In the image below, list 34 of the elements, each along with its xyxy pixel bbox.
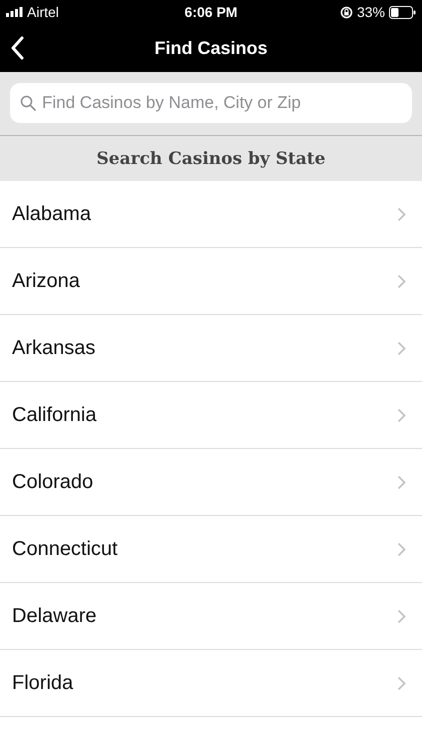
chevron-right-icon: [397, 274, 406, 288]
state-name: California: [12, 404, 96, 426]
state-list-item[interactable]: California: [0, 382, 422, 449]
state-name: Arkansas: [12, 336, 96, 360]
section-header: Search Casinos by State: [0, 136, 422, 181]
battery-percent: 33%: [356, 4, 385, 20]
state-list-item[interactable]: Alabama: [0, 181, 422, 248]
state-name: Alabama: [12, 202, 91, 226]
state-list-item[interactable]: Florida: [0, 650, 422, 717]
carrier-name: Airtel: [27, 4, 59, 20]
battery-icon: [389, 6, 416, 18]
chevron-right-icon: [397, 542, 406, 556]
chevron-right-icon: [397, 206, 406, 222]
back-chevron-icon: [10, 36, 24, 60]
signal-icon: [6, 7, 23, 17]
state-list-item[interactable]: Delaware: [0, 583, 422, 650]
state-list-item[interactable]: Connecticut: [0, 516, 422, 583]
state-name: Connecticut: [12, 538, 118, 560]
state-name: Florida: [12, 672, 74, 694]
rotation-lock-icon: [340, 6, 353, 18]
state-name: Delaware: [12, 604, 96, 628]
screen-title: Find Casinos: [154, 38, 268, 58]
state-name: Colorado: [12, 470, 94, 494]
state-name: Arizona: [12, 270, 80, 292]
state-list-item[interactable]: Colorado: [0, 449, 422, 516]
chevron-right-icon: [397, 340, 406, 356]
chevron-right-icon: [397, 676, 406, 690]
chevron-right-icon: [397, 408, 406, 422]
clock-time: 6:06 PM: [184, 4, 238, 20]
chevron-right-icon: [397, 608, 406, 624]
state-list-item[interactable]: Arizona: [0, 248, 422, 315]
state-list-item[interactable]: Arkansas: [0, 315, 422, 382]
chevron-right-icon: [397, 474, 406, 490]
search-field[interactable]: Find Casinos by Name, City or Zip: [10, 83, 412, 123]
